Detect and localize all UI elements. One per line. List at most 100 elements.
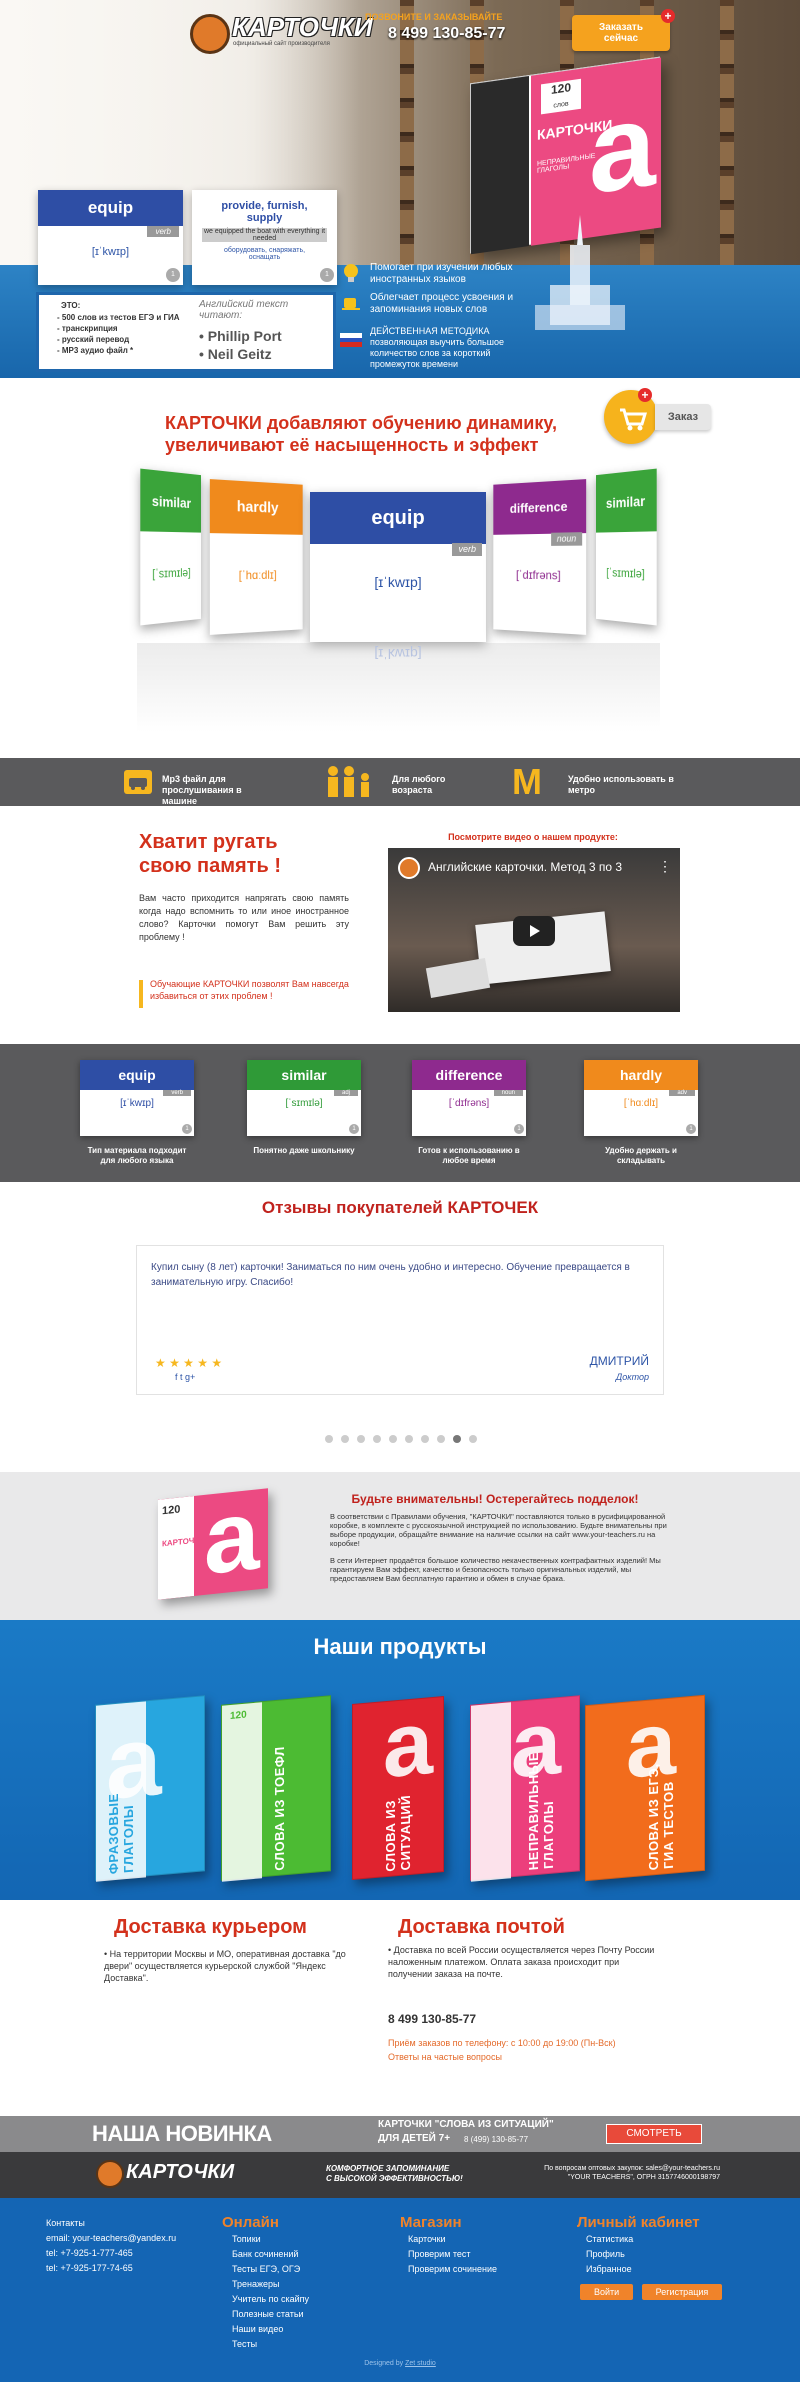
- header-phone[interactable]: 8 499 130-85-77: [388, 25, 505, 43]
- dynamics-card: similar [ˈsɪmɪlə]: [140, 469, 201, 626]
- review-author: ДМИТРИЙ: [590, 1354, 649, 1368]
- call-tagline: ПОЗВОНИТЕ И ЗАКАЗЫВАЙТЕ: [365, 12, 502, 22]
- band-card-num: 1: [514, 1124, 524, 1134]
- footer-link[interactable]: Проверим сочинение: [408, 2262, 497, 2277]
- band-card-pos: verb: [163, 1090, 191, 1096]
- footer-logo-text: КАРТОЧКИ: [126, 2161, 234, 2184]
- review-stars: ★ ★ ★ ★ ★: [155, 1356, 222, 1370]
- register-button[interactable]: Регистрация: [642, 2284, 723, 2300]
- novelty-view-button[interactable]: СМОТРЕТЬ: [606, 2124, 702, 2144]
- metro-icon: M: [512, 764, 542, 800]
- footer-link[interactable]: Банк сочинений: [232, 2247, 309, 2262]
- info-item: - транскрипция: [57, 323, 180, 334]
- carousel-dot[interactable]: [405, 1435, 413, 1443]
- memory-title-line: свою память !: [139, 854, 281, 878]
- carousel-dot[interactable]: [325, 1435, 333, 1443]
- memory-title: Хватит ругать свою память !: [139, 830, 281, 878]
- footer-link[interactable]: Избранное: [586, 2262, 633, 2277]
- product-box[interactable]: a СЛОВА ИЗ СИТУАЦИЙ: [352, 1696, 444, 1880]
- band-card-caption: Готов к использованию в любое время: [412, 1146, 526, 1166]
- card-trans: [ˈsɪmɪlə]: [596, 565, 657, 581]
- order-now-button[interactable]: Заказать сейчас: [572, 15, 670, 51]
- contact-phone[interactable]: tel: +7-925-1-777-465: [46, 2246, 176, 2261]
- footer-link[interactable]: Учитель по скайпу: [232, 2292, 309, 2307]
- band-card-word: equip: [80, 1060, 194, 1090]
- carousel-dot[interactable]: [357, 1435, 365, 1443]
- card-back-num: 1: [320, 268, 334, 282]
- footer-link[interactable]: Статистика: [586, 2232, 633, 2247]
- dynamics-title-line: КАРТОЧКИ добавляют обучению динамику,: [165, 412, 585, 434]
- novelty-title: НАША НОВИНКА: [92, 2121, 272, 2147]
- feature-age: Для любого возраста: [392, 774, 472, 796]
- novelty-phone[interactable]: 8 (499) 130-85-77: [464, 2135, 528, 2144]
- info-item: - русский перевод: [57, 334, 180, 345]
- footer-link[interactable]: Наши видео: [232, 2322, 309, 2337]
- courier-text-body: На территории Москвы и МО, оперативная д…: [104, 1949, 346, 1983]
- band-card: similar adj [ˈsɪmɪlə] 1: [247, 1060, 361, 1136]
- product-box[interactable]: a НЕПРАВИЛЬНЫЕ ГЛАГОЛЫ: [470, 1695, 580, 1881]
- band-card-pos: adj: [334, 1090, 358, 1096]
- card-trans: [ˈsɪmɪlə]: [140, 565, 201, 581]
- footer-link[interactable]: Тесты ЕГЭ, ОГЭ: [232, 2262, 309, 2277]
- designer-link[interactable]: Zet studio: [405, 2360, 436, 2367]
- carousel-dot[interactable]: [389, 1435, 397, 1443]
- footer: Контакты email: your-teachers@yandex.ru …: [0, 2198, 800, 2382]
- cart-plus-icon: +: [638, 388, 652, 402]
- video-title[interactable]: Английские карточки. Метод 3 по 3: [428, 860, 622, 874]
- wholesale-line: "YOUR TEACHERS", ОГРН 3157746000198797: [530, 2173, 720, 2182]
- hero-card-back: provide, furnish, supply we equipped the…: [192, 190, 337, 285]
- product-box[interactable]: 120 СЛОВА ИЗ ТОЕФЛ: [221, 1695, 331, 1881]
- video-player[interactable]: Английские карточки. Метод 3 по 3 ⋮: [388, 848, 680, 1012]
- novelty-product: КАРТОЧКИ "СЛОВА ИЗ СИТУАЦИЙ": [378, 2119, 554, 2130]
- cabinet-title: Личный кабинет: [577, 2214, 700, 2231]
- carousel-dot-active[interactable]: [453, 1435, 461, 1443]
- video-menu-icon[interactable]: ⋮: [658, 858, 672, 875]
- memory-section: Хватит ругать свою память ! Вам часто пр…: [0, 806, 800, 1044]
- channel-avatar[interactable]: [398, 857, 420, 879]
- carousel-dot[interactable]: [437, 1435, 445, 1443]
- footer-link[interactable]: Тесты: [232, 2337, 309, 2352]
- band-card-word: hardly: [584, 1060, 698, 1090]
- novelty-age: ДЛЯ ДЕТЕЙ 7+: [378, 2133, 450, 2144]
- card-pos: noun: [551, 532, 582, 546]
- social-icons[interactable]: f t g+: [175, 1372, 195, 1382]
- footer-link[interactable]: Топики: [232, 2232, 309, 2247]
- card-trans: [ˈdɪfrəns]: [493, 568, 586, 583]
- dynamics-card: hardly [ˈhɑːdlɪ]: [210, 479, 303, 635]
- product-label: ФРАЗОВЫЕ ГЛАГОЛЫ: [106, 1742, 136, 1875]
- dynamics-title: КАРТОЧКИ добавляют обучению динамику, ув…: [165, 412, 585, 456]
- video-caption: Посмотрите видео о нашем продукте:: [388, 832, 678, 842]
- carousel-dot[interactable]: [341, 1435, 349, 1443]
- cart-order-button[interactable]: Заказ: [655, 404, 711, 430]
- feature-languages: Помогает при изучении любых иностранных …: [370, 262, 520, 286]
- play-button[interactable]: [513, 916, 555, 946]
- login-button[interactable]: Войти: [580, 2284, 633, 2300]
- product-box[interactable]: a СЛОВА ИЗ ЕГЭ, ГИА ТЕСТОВ: [585, 1695, 705, 1881]
- footer-link[interactable]: Проверим тест: [408, 2247, 497, 2262]
- product-label: СЛОВА ИЗ СИТУАЦИЙ: [383, 1760, 413, 1873]
- product-box[interactable]: a ФРАЗОВЫЕ ГЛАГОЛЫ: [95, 1695, 205, 1881]
- footer-link[interactable]: Карточки: [408, 2232, 497, 2247]
- hero-section: КАРТОЧКИ официальный сайт производителя …: [0, 0, 800, 378]
- wholesale-line: По вопросам оптовых закупок: sales@your-…: [530, 2164, 720, 2173]
- carousel-dot[interactable]: [421, 1435, 429, 1443]
- carousel-dot[interactable]: [469, 1435, 477, 1443]
- hero-card-num: 1: [166, 268, 180, 282]
- post-title: Доставка почтой: [398, 1916, 565, 1939]
- delivery-phone[interactable]: 8 499 130-85-77: [388, 2012, 476, 2026]
- faq-link[interactable]: Ответы на частые вопросы: [388, 2052, 502, 2062]
- carousel-dot[interactable]: [373, 1435, 381, 1443]
- band-card: equip verb [ɪˈkwɪp] 1: [80, 1060, 194, 1136]
- warn-box-count: 120: [162, 1503, 180, 1517]
- footer-link[interactable]: Профиль: [586, 2247, 633, 2262]
- footer-link[interactable]: Тренажеры: [232, 2277, 309, 2292]
- novelty-bar: НАША НОВИНКА КАРТОЧКИ "СЛОВА ИЗ СИТУАЦИЙ…: [0, 2116, 800, 2152]
- contact-phone[interactable]: tel: +7-925-177-74-65: [46, 2261, 176, 2276]
- footer-link[interactable]: Полезные статьи: [232, 2307, 309, 2322]
- dynamics-card-main: equip verb [ɪˈkwɪp]: [310, 492, 486, 642]
- band-card: difference noun [ˈdɪfrəns] 1: [412, 1060, 526, 1136]
- card-trans: [ˈhɑːdlɪ]: [210, 568, 303, 583]
- band-card-word: difference: [412, 1060, 526, 1090]
- info-item: - 500 слов из тестов ЕГЭ и ГИА: [57, 312, 180, 323]
- contact-email[interactable]: email: your-teachers@yandex.ru: [46, 2231, 176, 2246]
